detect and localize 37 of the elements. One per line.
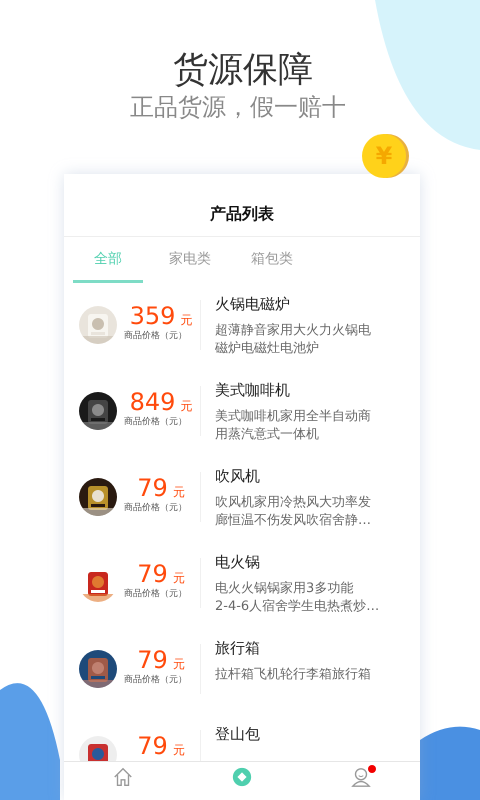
- product-description: 美式咖啡机家用全半自动商 用蒸汽意式一体机: [215, 408, 372, 444]
- currency-unit: 元: [180, 312, 192, 329]
- price: 79: [137, 732, 168, 760]
- home-icon[interactable]: [112, 766, 134, 788]
- price: 359: [130, 302, 176, 330]
- price-label: 商品价格（元）: [124, 330, 188, 342]
- currency-unit: 元: [180, 398, 192, 415]
- currency-unit: 元: [172, 742, 185, 759]
- page-title: 产品列表: [64, 174, 420, 237]
- category-tab[interactable]: 箱包类: [237, 237, 307, 283]
- category-tab[interactable]: 全部: [73, 237, 143, 283]
- price: 849: [130, 388, 176, 416]
- subheadline: 正品货源，假一赔十: [130, 92, 346, 122]
- price-label: 商品价格（元）: [124, 674, 188, 686]
- price: 79: [137, 560, 168, 588]
- price-label: 商品价格（元）: [124, 416, 188, 428]
- headline: 货源保障: [173, 49, 313, 92]
- product-name: 吹风机: [215, 466, 261, 487]
- product-name: 美式咖啡机: [215, 380, 291, 401]
- category-tab[interactable]: 家电类: [155, 237, 225, 283]
- price-label: 商品价格（元）: [124, 588, 188, 600]
- product-description: 吹风机家用冷热风大功率发 廊恒温不伤发风吹宿舍静…: [215, 494, 372, 530]
- product-description: 超薄静音家用大火力火锅电 磁炉电磁灶电池炉: [215, 322, 372, 358]
- currency-unit: 元: [172, 656, 185, 673]
- price: 79: [137, 474, 168, 502]
- price-label: 商品价格（元）: [124, 502, 188, 514]
- coin-icon: ¥: [362, 134, 406, 178]
- person-icon[interactable]: [350, 766, 372, 788]
- product-description: 电火火锅锅家用3多功能 2-4-6人宿舍学生电热煮炒…: [215, 580, 380, 616]
- product-name: 登山包: [215, 724, 261, 745]
- product-name: 火锅电磁炉: [215, 294, 291, 315]
- product-name: 旅行箱: [215, 638, 261, 659]
- currency-unit: 元: [172, 484, 185, 501]
- currency-unit: 元: [172, 570, 185, 587]
- product-description: 拉杆箱飞机轮行李箱旅行箱: [215, 666, 372, 684]
- product-name: 电火锅: [215, 552, 261, 573]
- price: 79: [137, 646, 168, 674]
